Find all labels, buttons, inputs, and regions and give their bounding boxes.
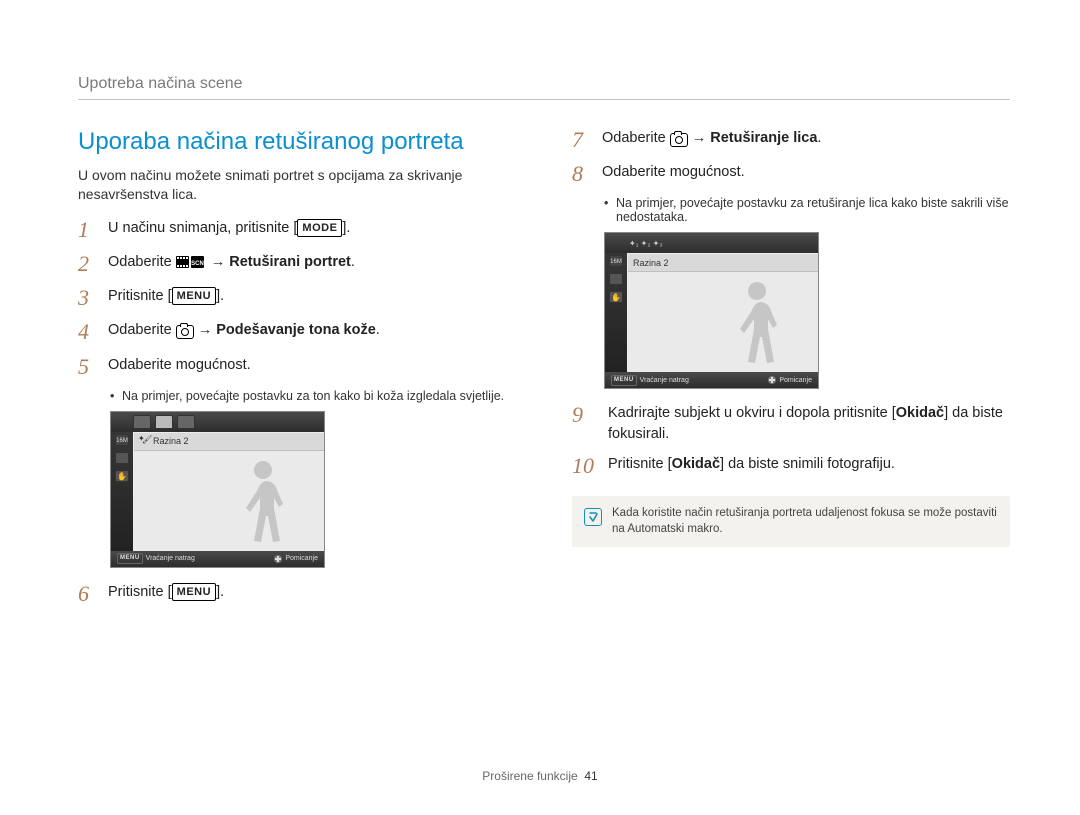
step-number: 7: [572, 128, 602, 152]
sidebar-icon: 16M: [115, 434, 129, 446]
preview-sidebar: ✦ 16M ✋: [605, 233, 627, 372]
step-number: 9: [572, 403, 608, 427]
preview-canvas: [134, 451, 324, 551]
right-column: 7 Odaberite → Retuširanje lica. 8 Odaber…: [572, 128, 1010, 616]
steps-list-left: 1 U načinu snimanja, pritisnite [MODE]. …: [78, 218, 516, 379]
note-text: Kada koristite način retuširanja portret…: [612, 506, 998, 537]
step-body: Odaberite mogućnost.: [602, 162, 1010, 182]
step-number: 5: [78, 355, 108, 379]
person-silhouette-icon: [228, 456, 298, 551]
page-title: Uporaba načina retuširanog portreta: [78, 128, 516, 156]
page-footer: Proširene funkcije 41: [0, 769, 1080, 783]
step-body: Odaberite → Podešavanje tona kože.: [108, 320, 516, 340]
person-silhouette-icon: [722, 277, 792, 372]
intro-text: U ovom načinu možete snimati portret s o…: [78, 166, 516, 204]
divider: [78, 99, 1010, 100]
brush-icon: [139, 436, 151, 446]
menu-key-icon: MENU: [172, 287, 216, 305]
level-bar: Razina 2: [134, 433, 324, 451]
arrow-icon: →: [198, 320, 213, 340]
sub-bullet: •Na primjer, povećajte postavku za retuš…: [604, 196, 1010, 224]
camera-icon: [176, 325, 194, 339]
arrow-icon: →: [692, 128, 707, 148]
preview-header: [111, 412, 324, 432]
menu-key-icon: MENU: [611, 375, 637, 386]
step-number: 2: [78, 252, 108, 276]
sidebar-icon: ✋: [609, 291, 623, 303]
steps-list-left-2: 6 Pritisnite [MENU].: [78, 582, 516, 606]
step-body: U načinu snimanja, pritisnite [MODE].: [108, 218, 516, 238]
film-scn-icon: SCN: [176, 255, 204, 275]
menu-key-icon: MENU: [117, 553, 143, 564]
steps-list-right-2: 9 Kadrirajte subjekt u okviru i dopola p…: [572, 403, 1010, 478]
step-body: Kadrirajte subjekt u okviru i dopola pri…: [608, 403, 1010, 444]
step-number: 3: [78, 286, 108, 310]
sub-bullet: •Na primjer, povećajte postavku za ton k…: [110, 389, 516, 403]
step-body: Odaberite → Retuširanje lica.: [602, 128, 1010, 148]
note-info-icon: [584, 508, 602, 526]
step-body: Pritisnite [Okidač] da biste snimili fot…: [608, 454, 1010, 474]
sidebar-icon: 16M: [609, 255, 623, 267]
camera-icon: [670, 133, 688, 147]
preview-header: ✦₁ ✦₂ ✦₃: [605, 233, 818, 253]
step-body: Pritisnite [MENU].: [108, 286, 516, 306]
mode-key-icon: MODE: [297, 219, 342, 237]
dpad-icon: [274, 555, 282, 563]
note-box: Kada koristite način retuširanja portret…: [572, 496, 1010, 547]
camera-preview-face-retouch: ✦ 16M ✋ ✦₁ ✦₂ ✦₃ Razina 2 MENUVraćanje n…: [604, 232, 819, 389]
step-body: Odaberite mogućnost.: [108, 355, 516, 375]
step-number: 8: [572, 162, 602, 186]
level-bar: Razina 2: [628, 254, 818, 272]
preview-footer: MENUVraćanje natrag Pomicanje: [111, 551, 324, 567]
dpad-icon: [768, 376, 776, 384]
preview-footer: MENUVraćanje natrag Pomicanje: [605, 372, 818, 388]
step-body: Pritisnite [MENU].: [108, 582, 516, 602]
step-number: 10: [572, 454, 608, 478]
content-columns: Uporaba načina retuširanog portreta U ov…: [78, 128, 1010, 616]
preview-canvas: [628, 272, 818, 372]
sidebar-icon: ✋: [115, 470, 129, 482]
steps-list-right: 7 Odaberite → Retuširanje lica. 8 Odaber…: [572, 128, 1010, 186]
step-number: 1: [78, 218, 108, 242]
arrow-icon: →: [211, 252, 226, 272]
breadcrumb: Upotreba načina scene: [78, 75, 1010, 93]
preview-sidebar: ✦ 16M ✋: [111, 412, 133, 551]
left-column: Uporaba načina retuširanog portreta U ov…: [78, 128, 516, 616]
svg-text:SCN: SCN: [191, 261, 204, 267]
step-number: 6: [78, 582, 108, 606]
menu-key-icon: MENU: [172, 583, 216, 601]
sidebar-icon: [115, 452, 129, 464]
camera-preview-skin-tone: ✦ 16M ✋ Razina 2 MENUVraćanje natrag Pom…: [110, 411, 325, 568]
sidebar-icon: [609, 273, 623, 285]
manual-page: Upotreba načina scene Uporaba načina ret…: [0, 0, 1080, 815]
step-number: 4: [78, 320, 108, 344]
step-body: Odaberite SCN→ Retuširani portret.: [108, 252, 516, 275]
